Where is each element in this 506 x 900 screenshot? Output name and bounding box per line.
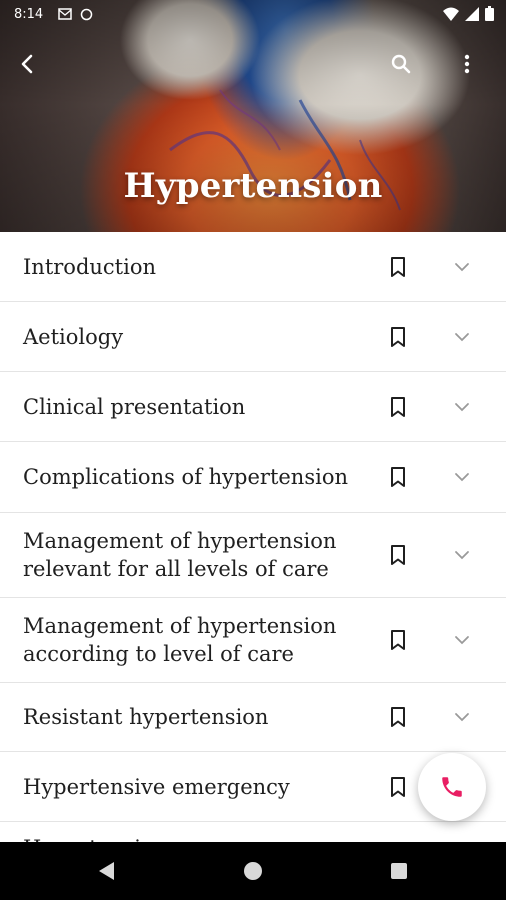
phone-icon	[442, 777, 462, 797]
chevron-down-icon[interactable]	[452, 467, 472, 487]
more-vert-icon	[464, 54, 470, 74]
nav-home-icon	[244, 862, 262, 880]
chevron-down-icon[interactable]	[452, 545, 472, 565]
chevron-down-icon[interactable]	[452, 397, 472, 417]
section-label: Management of hypertension relevant for …	[23, 529, 337, 581]
chevron-down-icon[interactable]	[452, 257, 472, 277]
nav-recents-button[interactable]	[385, 857, 413, 885]
section-row-clinical-presentation[interactable]: Clinical presentation	[0, 372, 506, 442]
bookmark-icon[interactable]	[386, 325, 410, 349]
section-label: Introduction	[23, 254, 156, 279]
signal-icon	[465, 6, 479, 21]
page-title: Hypertension	[123, 166, 383, 206]
section-label: Management of hypertension according to …	[23, 614, 337, 666]
bookmark-icon[interactable]	[386, 255, 410, 279]
bookmark-icon[interactable]	[386, 775, 410, 799]
status-time: 8:14	[14, 7, 44, 22]
bookmark-icon[interactable]	[386, 543, 410, 567]
section-row-complications[interactable]: Complications of hypertension	[0, 442, 506, 513]
back-button[interactable]	[8, 44, 48, 84]
search-button[interactable]	[381, 44, 421, 84]
section-label: Clinical presentation	[23, 394, 246, 419]
section-row-management-all-levels[interactable]: Management of hypertension relevant for …	[0, 513, 506, 598]
section-label: Aetiology	[23, 324, 124, 349]
nav-back-icon	[99, 862, 114, 880]
back-arrow-icon	[21, 54, 33, 74]
nav-back-button[interactable]	[92, 857, 120, 885]
wifi-icon	[443, 7, 459, 21]
battery-icon	[485, 6, 494, 21]
section-row-resistant[interactable]: Resistant hypertension	[0, 683, 506, 752]
section-label: Hypertensive emergency	[23, 774, 290, 799]
bookmark-icon[interactable]	[386, 628, 410, 652]
sync-icon	[80, 8, 93, 21]
system-navigation-bar	[0, 842, 506, 900]
section-label: Complications of hypertension	[23, 465, 348, 489]
call-button[interactable]	[418, 753, 486, 821]
status-bar: 8:14	[0, 0, 506, 30]
bookmark-icon[interactable]	[386, 395, 410, 419]
chevron-down-icon[interactable]	[452, 707, 472, 727]
bookmark-icon[interactable]	[386, 465, 410, 489]
more-options-button[interactable]	[447, 44, 487, 84]
search-icon	[391, 54, 411, 74]
chevron-down-icon[interactable]	[452, 327, 472, 347]
section-label: Resistant hypertension	[23, 705, 269, 729]
chevron-down-icon[interactable]	[452, 630, 472, 650]
section-row-management-by-level[interactable]: Management of hypertension according to …	[0, 598, 506, 683]
mail-icon	[58, 8, 72, 20]
bookmark-icon[interactable]	[386, 705, 410, 729]
nav-recents-icon	[391, 863, 407, 879]
nav-home-button[interactable]	[239, 857, 267, 885]
section-row-aetiology[interactable]: Aetiology	[0, 302, 506, 372]
section-row-introduction[interactable]: Introduction	[0, 232, 506, 302]
